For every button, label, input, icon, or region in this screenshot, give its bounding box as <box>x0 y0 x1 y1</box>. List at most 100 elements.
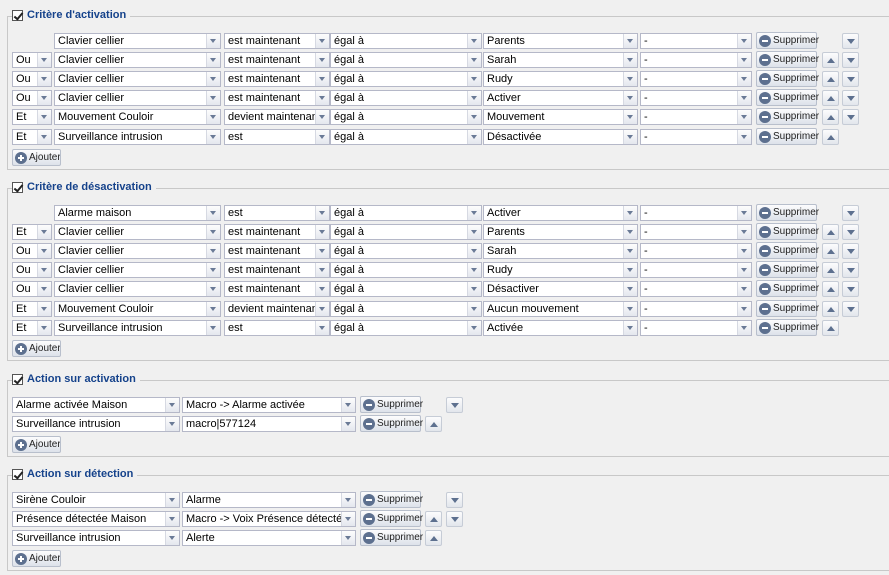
logic-operator-select[interactable]: Et <box>12 224 52 240</box>
device-select[interactable]: Surveillance intrusion <box>54 129 221 145</box>
move-down-button[interactable] <box>842 262 859 278</box>
comparator-select[interactable]: égal à <box>330 90 482 106</box>
chevron-down-icon[interactable] <box>37 53 51 67</box>
chevron-down-icon[interactable] <box>165 417 179 431</box>
state-select[interactable]: est maintenant <box>224 262 330 278</box>
delete-button[interactable]: Supprimer <box>756 89 819 106</box>
chevron-down-icon[interactable] <box>737 282 751 296</box>
state-select[interactable]: est maintenant <box>224 224 330 240</box>
comparator-select[interactable]: égal à <box>330 281 482 297</box>
add-button[interactable]: Ajouter <box>12 149 61 166</box>
delete-button[interactable]: Supprimer <box>756 108 819 125</box>
chevron-down-icon[interactable] <box>315 91 329 105</box>
delete-button[interactable]: Supprimer <box>756 70 819 87</box>
comparator-select[interactable]: égal à <box>330 243 482 259</box>
add-button[interactable]: Ajouter <box>12 340 61 357</box>
delete-button[interactable]: Supprimer <box>756 261 819 278</box>
move-down-button[interactable] <box>842 71 859 87</box>
move-up-button[interactable] <box>822 320 839 336</box>
logic-operator-select[interactable]: Ou <box>12 71 52 87</box>
value-select[interactable]: Rudy <box>483 71 638 87</box>
chevron-down-icon[interactable] <box>341 398 355 412</box>
chevron-down-icon[interactable] <box>737 91 751 105</box>
state-select[interactable]: devient maintenant <box>224 301 330 317</box>
move-down-button[interactable] <box>842 281 859 297</box>
extra-select[interactable]: - <box>640 301 752 317</box>
value-select[interactable]: Activée <box>483 320 638 336</box>
move-down-button[interactable] <box>842 109 859 125</box>
extra-select[interactable]: - <box>640 262 752 278</box>
chevron-down-icon[interactable] <box>206 321 220 335</box>
move-up-button[interactable] <box>822 109 839 125</box>
action-select[interactable]: Macro -> Alarme activée <box>182 397 356 413</box>
logic-operator-select[interactable]: Et <box>12 129 52 145</box>
delete-button[interactable]: Supprimer <box>360 396 423 413</box>
chevron-down-icon[interactable] <box>315 282 329 296</box>
chevron-down-icon[interactable] <box>206 110 220 124</box>
comparator-select[interactable]: égal à <box>330 109 482 125</box>
device-select[interactable]: Clavier cellier <box>54 33 221 49</box>
chevron-down-icon[interactable] <box>206 130 220 144</box>
section-enable-checkbox[interactable] <box>12 373 23 385</box>
state-select[interactable]: est <box>224 205 330 221</box>
chevron-down-icon[interactable] <box>623 263 637 277</box>
value-select[interactable]: Sarah <box>483 243 638 259</box>
chevron-down-icon[interactable] <box>737 130 751 144</box>
delete-button[interactable]: Supprimer <box>756 51 819 68</box>
chevron-down-icon[interactable] <box>37 263 51 277</box>
value-select[interactable]: Désactivée <box>483 129 638 145</box>
chevron-down-icon[interactable] <box>467 72 481 86</box>
delete-button[interactable]: Supprimer <box>360 510 423 527</box>
comparator-select[interactable]: égal à <box>330 52 482 68</box>
chevron-down-icon[interactable] <box>623 225 637 239</box>
chevron-down-icon[interactable] <box>623 110 637 124</box>
chevron-down-icon[interactable] <box>165 398 179 412</box>
move-up-button[interactable] <box>425 511 442 527</box>
logic-operator-select[interactable]: Et <box>12 109 52 125</box>
value-select[interactable]: Sarah <box>483 52 638 68</box>
comparator-select[interactable]: égal à <box>330 320 482 336</box>
chevron-down-icon[interactable] <box>467 302 481 316</box>
extra-select[interactable]: - <box>640 205 752 221</box>
chevron-down-icon[interactable] <box>37 282 51 296</box>
chevron-down-icon[interactable] <box>467 206 481 220</box>
move-up-button[interactable] <box>822 90 839 106</box>
chevron-down-icon[interactable] <box>467 53 481 67</box>
delete-button[interactable]: Supprimer <box>756 300 819 317</box>
move-down-button[interactable] <box>842 52 859 68</box>
move-down-button[interactable] <box>842 205 859 221</box>
move-up-button[interactable] <box>425 416 442 432</box>
chevron-down-icon[interactable] <box>623 282 637 296</box>
chevron-down-icon[interactable] <box>315 321 329 335</box>
delete-button[interactable]: Supprimer <box>756 242 819 259</box>
chevron-down-icon[interactable] <box>467 130 481 144</box>
state-select[interactable]: est maintenant <box>224 71 330 87</box>
chevron-down-icon[interactable] <box>206 34 220 48</box>
chevron-down-icon[interactable] <box>37 321 51 335</box>
delete-button[interactable]: Supprimer <box>756 204 819 221</box>
chevron-down-icon[interactable] <box>467 321 481 335</box>
extra-select[interactable]: - <box>640 90 752 106</box>
delete-button[interactable]: Supprimer <box>360 529 423 546</box>
chevron-down-icon[interactable] <box>165 493 179 507</box>
move-up-button[interactable] <box>822 71 839 87</box>
logic-operator-select[interactable]: Ou <box>12 281 52 297</box>
chevron-down-icon[interactable] <box>623 206 637 220</box>
state-select[interactable]: est maintenant <box>224 33 330 49</box>
chevron-down-icon[interactable] <box>623 72 637 86</box>
value-select[interactable]: Mouvement <box>483 109 638 125</box>
chevron-down-icon[interactable] <box>623 302 637 316</box>
extra-select[interactable]: - <box>640 243 752 259</box>
chevron-down-icon[interactable] <box>623 321 637 335</box>
device-select[interactable]: Clavier cellier <box>54 90 221 106</box>
device-select[interactable]: Clavier cellier <box>54 71 221 87</box>
comparator-select[interactable]: égal à <box>330 33 482 49</box>
device-select[interactable]: Clavier cellier <box>54 224 221 240</box>
chevron-down-icon[interactable] <box>315 225 329 239</box>
action-select[interactable]: Alarme <box>182 492 356 508</box>
logic-operator-select[interactable]: Et <box>12 301 52 317</box>
delete-button[interactable]: Supprimer <box>360 415 423 432</box>
delete-button[interactable]: Supprimer <box>756 280 819 297</box>
state-select[interactable]: est maintenant <box>224 281 330 297</box>
section-enable-checkbox[interactable] <box>12 9 23 21</box>
